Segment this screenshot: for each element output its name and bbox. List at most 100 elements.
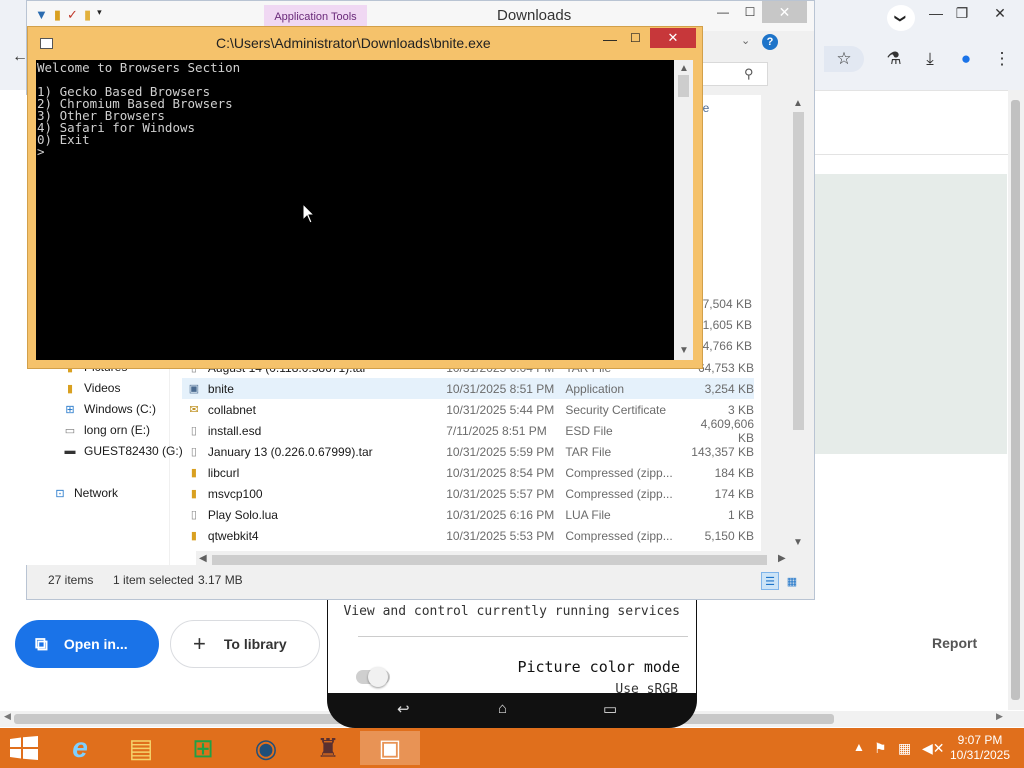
properties-icon[interactable]: ▼ xyxy=(35,7,48,23)
nav-item-windows-drive[interactable]: ⊞ Windows (C:) xyxy=(62,402,156,416)
scroll-left-icon[interactable]: ◀ xyxy=(4,711,11,722)
console-scroll-thumb[interactable] xyxy=(678,75,689,97)
taskbar-file-explorer[interactable]: ▤ xyxy=(111,731,171,765)
nav-item-network[interactable]: ⊡ Network xyxy=(52,486,118,500)
network-status-icon[interactable]: ▦ xyxy=(898,740,911,757)
certificate-icon: ✉ xyxy=(189,404,199,416)
console-vertical-scrollbar[interactable] xyxy=(674,60,693,360)
tab-search-dropdown[interactable]: ❯ xyxy=(887,5,915,31)
console-output[interactable]: Welcome to Browsers Section 1) Gecko Bas… xyxy=(36,60,674,360)
browser-restore-button[interactable]: ❐ xyxy=(942,0,982,26)
setting-subtitle: Use sRGB xyxy=(615,682,678,693)
details-view-icon[interactable]: ☰ xyxy=(761,572,779,590)
file-row[interactable]: ▮ libcurl 10/31/2025 8:54 PM Compressed (zi… xyxy=(182,462,754,483)
scroll-left-icon[interactable]: ◀ xyxy=(199,553,207,564)
taskbar-console-app[interactable]: ▣ xyxy=(360,731,420,765)
bookmark-star-icon[interactable]: ☆ xyxy=(824,46,864,72)
phone-home-icon[interactable]: ⌂ xyxy=(498,700,507,717)
download-icon[interactable]: ⤓ xyxy=(916,46,944,72)
scroll-up-icon[interactable]: ▲ xyxy=(679,63,689,74)
browser-vertical-scroll-thumb[interactable] xyxy=(1011,100,1020,700)
console-minimize-button[interactable]: — xyxy=(603,31,617,47)
setting-title: Picture color mode xyxy=(517,658,680,676)
scroll-down-icon[interactable]: ▼ xyxy=(679,345,689,356)
start-button-windows-icon[interactable] xyxy=(10,736,38,760)
scroll-right-icon[interactable]: ▶ xyxy=(996,711,1003,722)
zip-folder-icon: ▮ xyxy=(190,488,197,500)
videos-folder-icon: ▮ xyxy=(66,382,74,395)
search-icon[interactable]: ⚲ xyxy=(744,66,754,82)
to-library-button[interactable]: + To library xyxy=(170,620,320,668)
file-list-horizontal-thumb[interactable] xyxy=(212,555,767,565)
labs-flask-icon[interactable]: ⚗ xyxy=(880,46,908,72)
toggle-knob[interactable] xyxy=(368,667,388,687)
customize-arrow-icon[interactable]: ▾ xyxy=(97,7,102,23)
explorer-close-button[interactable]: ✕ xyxy=(762,1,807,23)
console-line: 0) Exit xyxy=(37,132,90,147)
file-list-scroll-thumb[interactable] xyxy=(793,112,804,430)
scroll-right-icon[interactable]: ▶ xyxy=(778,553,786,564)
file-date: 7/11/2025 8:51 PM xyxy=(446,423,547,438)
windows-drive-icon: ⊞ xyxy=(65,403,75,416)
file-icon: ▯ xyxy=(190,446,197,458)
phone-recents-icon[interactable]: ▭ xyxy=(603,700,617,718)
file-row-selected[interactable]: ▣ bnite 10/31/2025 8:51 PM Application 3,254… xyxy=(182,378,754,399)
large-icons-view-icon[interactable]: ▦ xyxy=(783,572,801,590)
scroll-down-icon[interactable]: ▼ xyxy=(793,537,803,548)
new-folder-icon[interactable]: ▮ xyxy=(54,7,61,23)
zip-folder-icon: ▮ xyxy=(190,530,197,542)
taskbar-internet-explorer[interactable]: e xyxy=(50,731,110,765)
file-row[interactable]: ▯ Play Solo.lua 10/31/2025 6:16 PM LUA File… xyxy=(182,504,754,525)
file-name: install.esd xyxy=(207,423,262,438)
help-icon[interactable]: ? xyxy=(762,34,778,50)
action-center-flag-icon[interactable]: ⚑ xyxy=(874,740,887,757)
console-line: 4) Safari for Windows xyxy=(37,120,196,135)
browser-close-button[interactable]: ✕ xyxy=(980,0,1020,26)
file-size: 3 KB xyxy=(727,402,754,417)
nav-item-label: Windows (C:) xyxy=(84,402,157,416)
system-clock[interactable]: 9:07 PM 10/31/2025 xyxy=(946,733,1014,763)
file-date: 10/31/2025 5:59 PM xyxy=(446,444,555,459)
taskbar-game-app[interactable]: ♜ xyxy=(298,731,358,765)
profile-avatar-icon[interactable]: ● xyxy=(952,46,980,72)
nav-item-guest-drive[interactable]: ▬ GUEST82430 (G:) xyxy=(62,444,183,458)
console-line: Welcome to Browsers Section xyxy=(37,60,241,75)
file-date: 10/31/2025 5:44 PM xyxy=(446,402,555,417)
divider xyxy=(810,154,1010,155)
ribbon-expand-icon[interactable]: ⌄ xyxy=(741,34,750,47)
nav-item-long-orn-drive[interactable]: ▭ long orn (E:) xyxy=(62,423,150,437)
file-date: 10/31/2025 8:54 PM xyxy=(446,465,555,480)
taskbar-browser-app[interactable]: ◉ xyxy=(236,731,296,765)
open-in-button[interactable]: ⧉ Open in... xyxy=(15,620,159,668)
drive-icon: ▭ xyxy=(64,424,76,437)
nav-item-label: Network xyxy=(74,486,119,500)
file-row[interactable]: ▯ January 13 (0.226.0.67999).tar 10/31/202… xyxy=(182,441,754,462)
nav-item-videos[interactable]: ▮ Videos xyxy=(62,381,121,395)
show-hidden-icons[interactable]: ▲ xyxy=(853,740,865,754)
quick-access-toolbar: ▼ ▮ ✓ ▮ ▾ xyxy=(35,7,102,23)
scroll-up-icon[interactable]: ▲ xyxy=(793,98,803,109)
network-drive-icon: ▬ xyxy=(64,445,76,457)
phone-back-icon[interactable]: ↩ xyxy=(397,700,410,718)
file-date: 10/31/2025 5:57 PM xyxy=(446,486,555,501)
mouse-cursor-icon xyxy=(302,203,316,224)
taskbar-store[interactable]: ⊞ xyxy=(173,731,233,765)
file-row[interactable]: ▮ msvcp100 10/31/2025 5:57 PM Compressed (z… xyxy=(182,483,754,504)
more-menu-icon[interactable]: ⋮ xyxy=(988,46,1016,72)
open-in-label: Open in... xyxy=(63,636,128,652)
check-icon[interactable]: ✓ xyxy=(67,7,78,23)
file-name: Play Solo.lua xyxy=(207,507,278,522)
file-row[interactable]: ▮ qtwebkit4 10/31/2025 5:53 PM Compressed (… xyxy=(182,525,754,546)
file-row[interactable]: ▯ install.esd 7/11/2025 8:51 PM ESD File 4,6… xyxy=(182,417,754,445)
file-row[interactable]: ✉ collabnet 10/31/2025 5:44 PM Security Cer… xyxy=(182,399,754,420)
explorer-title: Downloads xyxy=(497,7,572,24)
selection-count: 1 item selected xyxy=(113,573,194,587)
file-name: msvcp100 xyxy=(207,486,263,501)
console-close-button[interactable]: ✕ xyxy=(650,28,696,48)
report-link[interactable]: Report xyxy=(932,635,977,651)
volume-muted-icon[interactable]: ◀✕ xyxy=(922,740,945,757)
console-maximize-button[interactable]: ☐ xyxy=(630,31,641,45)
console-window: C:\Users\Administrator\Downloads\bnite.e… xyxy=(27,26,703,369)
phone-screen: View and control currently running servi… xyxy=(328,598,696,693)
folder-icon[interactable]: ▮ xyxy=(84,7,91,23)
